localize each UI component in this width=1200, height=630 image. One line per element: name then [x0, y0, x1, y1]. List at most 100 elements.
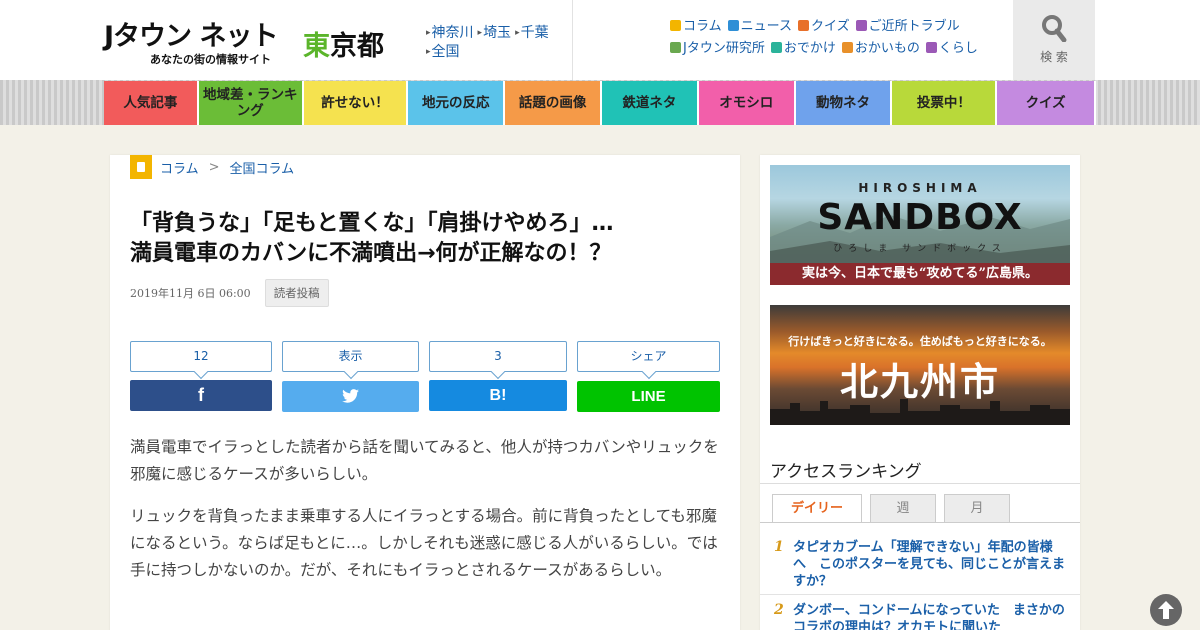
article-title-line2: 満員電車のカバンに不満噴出→何が正解なの！？ [130, 241, 612, 266]
pencil-icon [727, 20, 739, 31]
category-links: コラム ニュース クイズ ご近所トラブル Jタウン研究所 おでかけ おかいもの くらし [670, 16, 1000, 60]
line-share-button[interactable]: LINE [577, 381, 720, 412]
breadcrumb-separator: > [208, 159, 220, 175]
nav-item[interactable]: 動物ネタ [795, 81, 891, 125]
pref-link-kanagawa[interactable]: 神奈川 [426, 25, 474, 41]
banner1-top-text: HIROSHIMA [858, 181, 982, 195]
category-link[interactable]: Jタウン研究所 [670, 38, 765, 60]
nav-item-label: 話題の画像 [518, 95, 587, 111]
line-icon: LINE [631, 388, 666, 405]
nav-item-label: 地元の反応 [422, 95, 490, 111]
prefecture-links: 神奈川埼玉千葉 全国 [426, 24, 566, 62]
banner1-main-text: SANDBOX [817, 197, 1023, 238]
nav-item-label: クイズ [1025, 95, 1066, 111]
article-date: 2019年11月 6日 06:00 [130, 287, 251, 300]
header-divider [572, 0, 573, 80]
ranking-item-title[interactable]: タピオカブーム「理解できない」年配の皆様へ このポスターを見ても、同じことが言え… [793, 539, 1065, 590]
nav-item[interactable]: クイズ [997, 81, 1095, 125]
category-link[interactable]: くらし [925, 38, 978, 60]
category-link[interactable]: クイズ [797, 16, 850, 38]
bag-icon [841, 42, 853, 53]
ranking-item[interactable]: 1 タピオカブーム「理解できない」年配の皆様へ このポスターを見ても、同じことが… [760, 539, 1080, 595]
article-title: 「背負うな」「足もと置くな」「肩掛けやめろ」… 満員電車のカバンに不満噴出→何が… [130, 209, 720, 269]
nav-item-label: 地域差・ランキング [202, 87, 298, 119]
ranking-divider [760, 483, 1080, 484]
facebook-count: 12 [130, 341, 272, 372]
arrow-up-icon [1158, 601, 1174, 619]
category-link[interactable]: コラム [670, 16, 722, 38]
prefecture-title-first: 東 [303, 31, 330, 62]
pref-link-chiba[interactable]: 千葉 [515, 25, 549, 41]
category-link-label: ニュース [740, 19, 792, 34]
prefecture-title-rest: 京都 [330, 31, 384, 62]
category-link-label: くらし [938, 41, 978, 56]
article-title-line1: 「背負うな」「足もと置くな」「肩掛けやめろ」… [130, 211, 614, 236]
ranking-item-title[interactable]: ダンボー、コンドームになっていた まさかのコラボの理由は？オカモトに聞いた [793, 602, 1065, 630]
back-to-top-button[interactable] [1150, 594, 1182, 626]
hatena-share-button[interactable]: B! [429, 380, 567, 411]
nav-item[interactable]: 投票中！ [892, 81, 996, 125]
home-icon [925, 42, 937, 53]
article: コラム > 全国コラム 「背負うな」「足もと置くな」「肩掛けやめろ」… 満員電車… [110, 155, 740, 630]
nav-item[interactable]: 人気記事 [104, 81, 197, 125]
category-link-label: おかいもの [854, 41, 920, 56]
category-link-label: コラム [683, 19, 722, 34]
nav-item[interactable]: 話題の画像 [505, 81, 600, 125]
ranking-item[interactable]: 2 ダンボー、コンドームになっていた まさかのコラボの理由は？オカモトに聞いた [760, 602, 1080, 630]
breadcrumb-sub[interactable]: 全国コラム [230, 158, 295, 177]
banner-city-image [770, 399, 1070, 425]
category-link[interactable]: ご近所トラブル [855, 16, 960, 38]
line-count[interactable]: シェア [577, 341, 720, 372]
category-link-label: おでかけ [783, 41, 836, 56]
facebook-share-button[interactable]: f [130, 380, 272, 411]
banner1-kana-text: ひろしま サンドボックス [833, 244, 1007, 254]
category-link[interactable]: おかいもの [841, 38, 920, 60]
category-link[interactable]: おでかけ [770, 38, 836, 60]
breadcrumb: コラム > 全国コラム [130, 155, 294, 179]
flask-icon [670, 42, 681, 53]
nav-item-label: オモシロ [719, 95, 774, 111]
nav-item[interactable]: 地元の反応 [408, 81, 504, 125]
twitter-count[interactable]: 表示 [282, 341, 419, 372]
house-icon [855, 20, 867, 31]
banner2-top-text: 行けばきっと好きになる。住めばもっと好きになる。 [788, 335, 1052, 348]
hiroshima-sandbox-banner[interactable]: HIROSHIMA SANDBOX ひろしま サンドボックス 実は今、日本で最も… [770, 165, 1070, 285]
facebook-icon: f [198, 385, 204, 405]
nav-item-label: 動物ネタ [816, 95, 871, 111]
ranking-tabs: デイリー 週 月 [772, 494, 1018, 523]
tab-monthly[interactable]: 月 [944, 494, 1010, 523]
ranking-number: 1 [774, 539, 784, 555]
kitakyushu-banner[interactable]: 行けばきっと好きになる。住めばもっと好きになる。 北九州市 [770, 305, 1070, 425]
category-link-label: Jタウン研究所 [683, 41, 765, 56]
nav-item[interactable]: 鉄道ネタ [602, 81, 697, 125]
breadcrumb-section[interactable]: コラム [160, 158, 199, 177]
category-link-label: ご近所トラブル [868, 19, 960, 34]
pref-link-saitama[interactable]: 埼玉 [478, 25, 512, 41]
article-paragraph-1: 満員電車でイラっとした読者から話を聞いてみると、他人が持つカバンやリュックを邪魔… [130, 438, 719, 483]
ranking-number: 2 [774, 602, 784, 618]
nav-item[interactable]: 地域差・ランキング [198, 81, 302, 125]
nav-item-label: 許せない！ [321, 95, 389, 111]
article-tag[interactable]: 読者投稿 [264, 279, 329, 307]
prefecture-title[interactable]: 東京都 [303, 24, 384, 63]
nav-item[interactable]: オモシロ [698, 81, 794, 125]
pref-link-national[interactable]: 全国 [426, 44, 460, 60]
search-button[interactable]: 検 索 [1013, 0, 1095, 80]
nav-item-label: 人気記事 [123, 95, 178, 111]
category-link[interactable]: ニュース [727, 16, 792, 38]
logo-mark: Jタウン ネット [104, 21, 278, 52]
tab-weekly[interactable]: 週 [870, 494, 936, 523]
tab-daily[interactable]: デイリー [772, 494, 862, 523]
car-icon [770, 42, 782, 53]
search-label: 検 索 [1040, 50, 1068, 64]
article-paragraph-2: リュックを背負ったまま乗車する人にイラっとする場合。前に背負ったとしても邪魔にな… [130, 507, 718, 579]
sidebar: HIROSHIMA SANDBOX ひろしま サンドボックス 実は今、日本で最も… [760, 155, 1080, 630]
category-link-label: クイズ [810, 19, 850, 34]
nav-item[interactable]: 許せない！ [303, 81, 407, 125]
twitter-share-button[interactable] [282, 381, 419, 412]
hatena-icon: B! [489, 387, 507, 404]
logo-tagline: あなたの街の情報サイト [150, 53, 271, 66]
site-logo[interactable]: Jタウン ネット あなたの街の情報サイト [104, 14, 294, 68]
main-nav: 人気記事 地域差・ランキング 許せない！ 地元の反応 話題の画像 鉄道ネタ オモシロ 動物ネタ… [104, 81, 1096, 125]
ranking-tab-divider [760, 522, 1080, 523]
